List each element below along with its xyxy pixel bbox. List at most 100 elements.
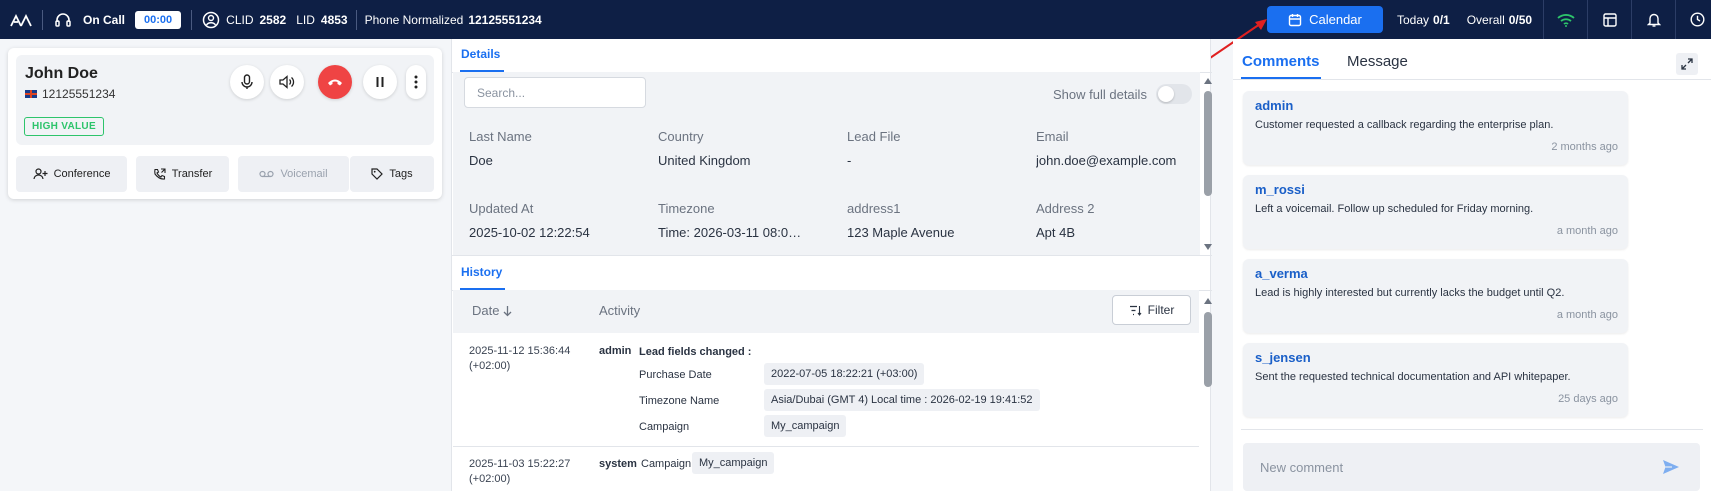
bell-icon[interactable]: [1631, 0, 1675, 39]
tags-label: Tags: [389, 168, 413, 180]
field-value: john.doe@example.com: [1036, 153, 1177, 168]
call-timer: 00:00: [135, 10, 182, 29]
user-plus-icon: [32, 168, 48, 180]
transfer-button[interactable]: Transfer: [136, 156, 229, 192]
comment-card: m_rossi Left a voicemail. Follow up sche…: [1243, 175, 1628, 249]
hold-button[interactable]: [363, 65, 397, 99]
tab-message[interactable]: Message: [1347, 53, 1408, 70]
divider: [452, 255, 1212, 256]
wifi-icon: [1543, 0, 1587, 39]
phone-normalized-label: Phone Normalized: [364, 12, 464, 27]
send-button[interactable]: [1656, 453, 1686, 481]
voicemail-button[interactable]: Voicemail: [238, 156, 349, 192]
comment-author[interactable]: m_rossi: [1255, 182, 1305, 197]
field-label: Lead File: [847, 129, 901, 144]
tag-icon: [371, 168, 384, 180]
comments-panel: Comments Message admin Customer requeste…: [1233, 39, 1711, 491]
layout-icon[interactable]: [1587, 0, 1631, 39]
field-value: 2025-10-02 12:22:54: [469, 225, 590, 240]
field-label: Updated At: [469, 201, 534, 216]
speaker-button[interactable]: [270, 65, 304, 99]
hangup-icon: [327, 77, 343, 87]
more-button[interactable]: [406, 65, 426, 99]
scroll-up-icon[interactable]: [1204, 298, 1212, 304]
filter-button[interactable]: Filter: [1112, 295, 1191, 325]
tab-details[interactable]: Details: [461, 47, 500, 61]
call-status: On Call: [83, 12, 126, 27]
voicemail-label: Voicemail: [280, 168, 328, 180]
conference-label: Conference: [53, 168, 111, 180]
comment-card: a_verma Lead is highly interested but cu…: [1243, 259, 1628, 333]
tab-comments[interactable]: Comments: [1242, 53, 1320, 70]
contact-name: John Doe: [25, 65, 98, 82]
hangup-button[interactable]: [318, 65, 352, 99]
transfer-label: Transfer: [171, 168, 213, 180]
history-date: 2025-11-03 15:22:27: [469, 458, 571, 470]
change-key: Purchase Date: [639, 369, 712, 381]
contact-card: John Doe 12125551234 HIGH VALUE Conferen…: [8, 48, 442, 199]
search-input[interactable]: Search...: [464, 77, 646, 108]
divider: [1241, 429, 1703, 430]
scroll-up-icon[interactable]: [1204, 78, 1212, 84]
field-value: United Kingdom: [658, 153, 751, 168]
new-comment-input[interactable]: New comment: [1243, 443, 1700, 491]
tab-history[interactable]: History: [461, 265, 502, 279]
lid-value: 4853: [320, 12, 348, 27]
field-label: Country: [658, 129, 704, 144]
voicemail-icon: [259, 170, 275, 178]
field-value: Time: 2026-03-11 08:06:…: [658, 225, 808, 240]
comment-time: a month ago: [1556, 225, 1618, 237]
comment-card: admin Customer requested a callback rega…: [1243, 91, 1628, 165]
comment-time: 25 days ago: [1558, 393, 1618, 405]
change-key: Campaign: [639, 421, 690, 433]
top-bar: On Call 00:00 CLID 2582 LID 4853 Phone N…: [0, 0, 1711, 39]
change-value: Asia/Dubai (GMT 4) Local time : 2026-02-…: [764, 389, 1040, 411]
comment-author[interactable]: a_verma: [1255, 266, 1308, 281]
expand-icon: [1681, 58, 1693, 70]
field-label: address1: [847, 201, 901, 216]
filter-icon: [1129, 305, 1142, 316]
date-column-header[interactable]: Date: [472, 303, 512, 318]
field-label: Timezone: [658, 201, 715, 216]
change-value: My_campaign: [764, 415, 847, 437]
details-panel: Details Search... Show full details Last…: [451, 39, 1212, 491]
change-value: 2022-07-05 18:22:21 (+03:00): [764, 363, 925, 385]
show-full-details-label: Show full details: [1053, 86, 1147, 102]
history-date: 2025-11-12 15:36:44: [469, 345, 571, 357]
comment-author[interactable]: admin: [1255, 98, 1293, 113]
details-scrollbar[interactable]: [1204, 91, 1212, 196]
calendar-button[interactable]: Calendar: [1267, 6, 1383, 33]
show-full-details: Show full details: [1053, 84, 1192, 104]
comment-time: a month ago: [1556, 309, 1618, 321]
comment-text: Customer requested a callback regarding …: [1255, 119, 1554, 131]
today-label: Today: [1397, 12, 1430, 27]
clock-icon[interactable]: [1675, 0, 1711, 39]
scroll-down-icon[interactable]: [1204, 244, 1212, 250]
comment-text: Sent the requested technical documentati…: [1255, 371, 1571, 383]
calendar-icon: [1288, 13, 1302, 27]
conference-button[interactable]: Conference: [16, 156, 127, 192]
microphone-button[interactable]: [230, 65, 264, 99]
overall-label: Overall: [1466, 12, 1505, 27]
speaker-icon: [279, 75, 295, 89]
clid-label: CLID: [226, 12, 254, 27]
field-label: Address 2: [1036, 201, 1095, 216]
history-scrollbar[interactable]: [1204, 312, 1212, 387]
calendar-label: Calendar: [1309, 12, 1362, 27]
tags-button[interactable]: Tags: [350, 156, 434, 192]
activity-column-header: Activity: [599, 303, 641, 318]
send-icon: [1662, 459, 1680, 475]
comment-author[interactable]: s_jensen: [1255, 350, 1311, 365]
field-value: -: [847, 153, 852, 168]
logo-icon[interactable]: [10, 13, 32, 27]
change-value: My_campaign: [692, 452, 775, 474]
show-full-details-toggle[interactable]: [1155, 84, 1192, 104]
field-value: Apt 4B: [1036, 225, 1076, 240]
field-label: Email: [1036, 129, 1069, 144]
phone-normalized-value: 12125551234: [468, 12, 542, 27]
divider: [1233, 79, 1711, 80]
today-value: 0/1: [1433, 12, 1450, 27]
change-key: Timezone Name: [639, 395, 720, 407]
contact-phone: 12125551234: [25, 87, 115, 101]
expand-button[interactable]: [1676, 53, 1698, 75]
